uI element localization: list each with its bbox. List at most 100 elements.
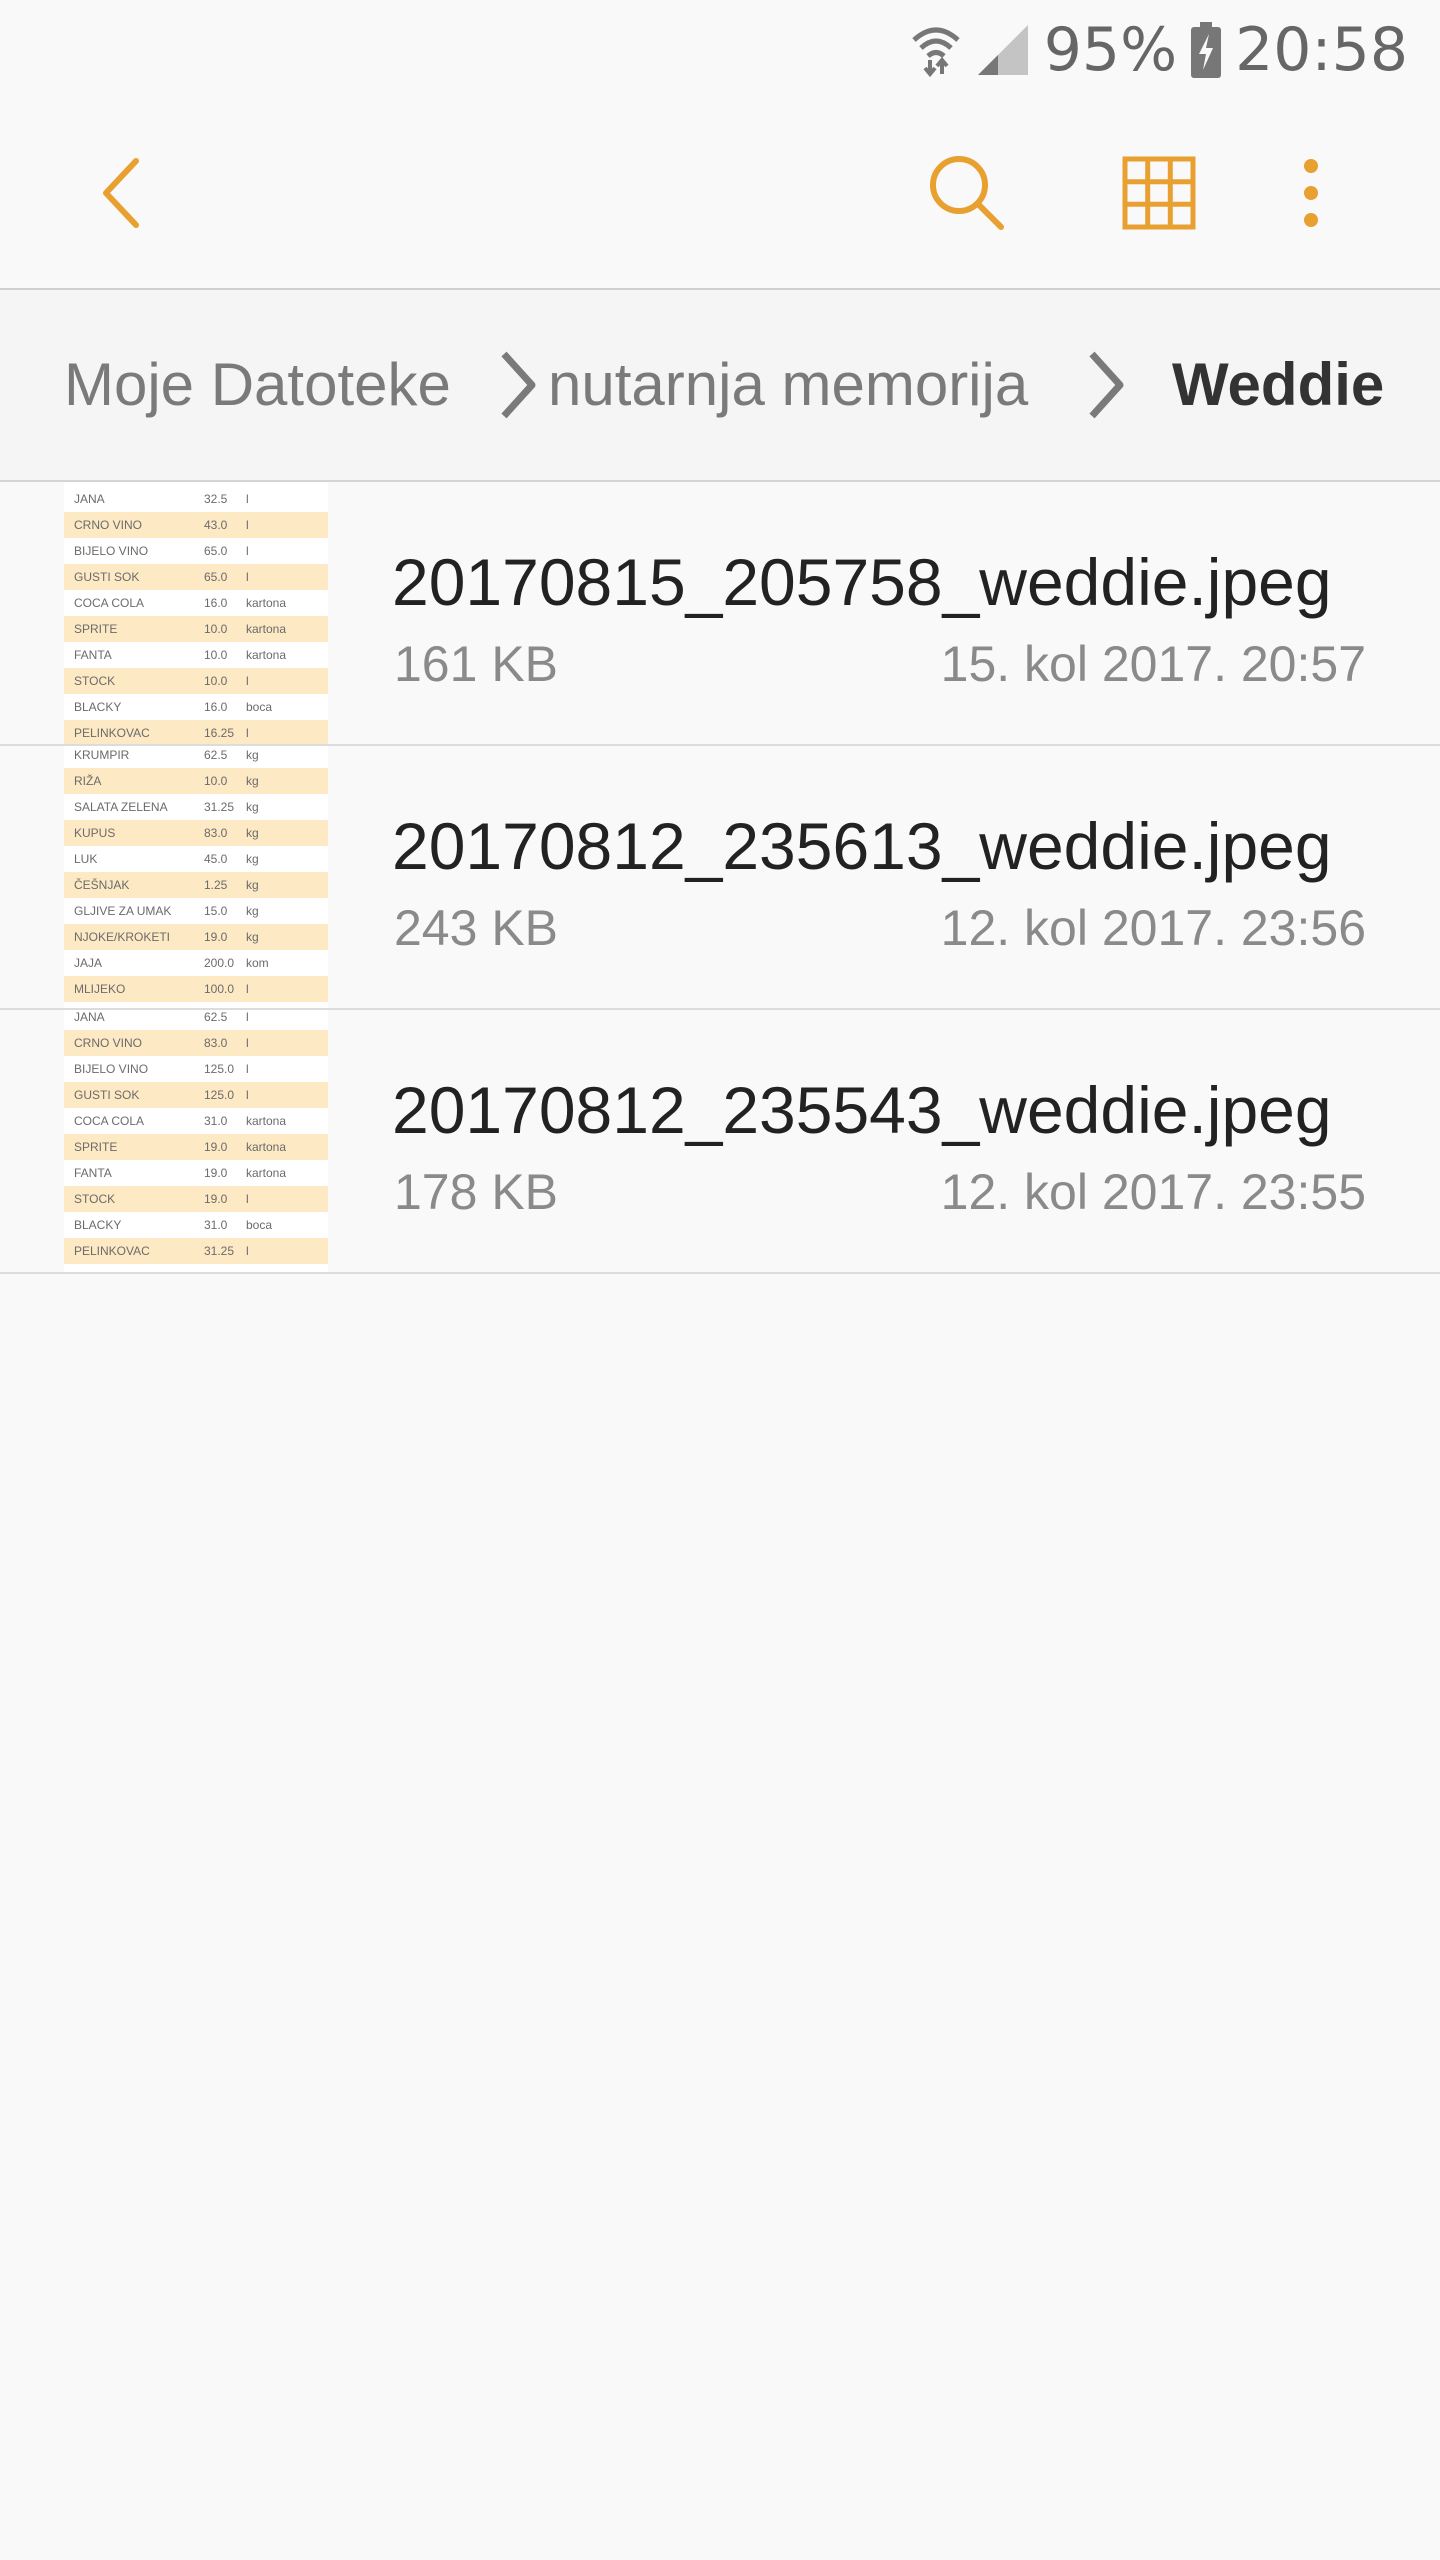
thumbnail-cell: RIŽA: [74, 774, 102, 788]
thumbnail-cell: kg: [246, 800, 259, 814]
more-vert-icon: [1301, 158, 1321, 233]
thumbnail-cell: MLIJEKO: [74, 982, 126, 996]
thumbnail-row: KUPUS 83.0 kg: [64, 820, 328, 846]
thumbnail-cell: kartona: [246, 596, 287, 610]
thumbnail-table: JANA 62.5 l CRNO VINO 83.0 l BIJELO VINO 125.0 l…: [64, 1010, 328, 1264]
file-name: 20170812_235613_weddie.jpeg: [392, 809, 1332, 883]
thumbnail-cell: 31.25: [204, 800, 235, 814]
file-date: 12. kol 2017. 23:56: [940, 900, 1366, 956]
thumbnail-cell: KRUMPIR: [74, 748, 130, 762]
thumbnail-cell: 31.0: [204, 1218, 228, 1232]
thumbnail-cell: FANTA: [74, 1166, 112, 1180]
thumbnail-row: STOCK 10.0 l: [64, 668, 328, 694]
breadcrumb-item-root[interactable]: Moje Datoteke: [64, 350, 451, 420]
file-name: 20170815_205758_weddie.jpeg: [392, 545, 1332, 619]
thumbnail-cell: boca: [246, 700, 273, 714]
thumbnail-row: BIJELO VINO 65.0 l: [64, 538, 328, 564]
thumbnail-cell: STOCK: [74, 1192, 116, 1206]
thumbnail-table: JANA 32.5 l CRNO VINO 43.0 l BIJELO VINO 65.0 l G…: [64, 486, 328, 744]
thumbnail-cell: l: [246, 982, 249, 996]
thumbnail-cell: 15.0: [204, 904, 228, 918]
file-size: 178 KB: [394, 1164, 559, 1220]
thumbnail-cell: l: [246, 544, 249, 558]
thumbnail-cell: boca: [246, 1218, 273, 1232]
thumbnail-cell: kartona: [246, 622, 287, 636]
thumbnail-row: FANTA 10.0 kartona: [64, 642, 328, 668]
thumbnail-cell: 1.25: [204, 878, 228, 892]
thumbnail-cell: 16.0: [204, 596, 228, 610]
file-thumbnail: KRUMPIR 62.5 kg RIŽA 10.0 kg SALATA ZELENA 31.2…: [64, 746, 328, 1008]
thumbnail-cell: GUSTI SOK: [74, 570, 140, 584]
file-row[interactable]: JANA 62.5 l CRNO VINO 83.0 l BIJELO VINO 125.0 l…: [0, 1010, 1440, 1274]
thumbnail-cell: gajbi: [246, 1002, 271, 1008]
thumbnail-cell: 31.0: [204, 1114, 228, 1128]
thumbnail-cell: kartona: [246, 1140, 287, 1154]
thumbnail-cell: kg: [246, 826, 259, 840]
thumbnail-cell: 83.0: [204, 826, 228, 840]
thumbnail-row: CRNO VINO 83.0 l: [64, 1030, 328, 1056]
thumbnail-cell: l: [246, 674, 249, 688]
grid-view-icon: [1122, 156, 1196, 235]
breadcrumb-item-current[interactable]: Weddie: [1172, 350, 1384, 420]
file-thumbnail: JANA 32.5 l CRNO VINO 43.0 l BIJELO VINO 65.0 l G…: [64, 482, 328, 744]
thumbnail-cell: 65.0: [204, 570, 228, 584]
thumbnail-row: SPRITE 10.0 kartona: [64, 616, 328, 642]
thumbnail-cell: 62.5: [204, 1010, 228, 1024]
thumbnail-row: ČEŠNJAK 1.25 kg: [64, 872, 328, 898]
grid-view-button[interactable]: [1104, 140, 1214, 250]
thumbnail-cell: kg: [246, 748, 259, 762]
search-button[interactable]: [912, 140, 1022, 250]
thumbnail-cell: kg: [246, 930, 259, 944]
thumbnail-cell: 31.25: [204, 1244, 235, 1258]
file-row[interactable]: JANA 32.5 l CRNO VINO 43.0 l BIJELO VINO 65.0 l G…: [0, 482, 1440, 746]
thumbnail-row: COCA COLA 31.0 kartona: [64, 1108, 328, 1134]
thumbnail-cell: l: [246, 570, 249, 584]
file-size: 243 KB: [394, 900, 559, 956]
thumbnail-cell: FANTA: [74, 648, 112, 662]
thumbnail-cell: 83.0: [204, 1036, 228, 1050]
thumbnail-cell: 19.0: [204, 1140, 228, 1154]
more-options-button[interactable]: [1256, 140, 1366, 250]
thumbnail-cell: GLJIVE ZA UMAK: [74, 904, 172, 918]
thumbnail-cell: kom: [246, 956, 269, 970]
thumbnail-row: RIŽA 10.0 kg: [64, 768, 328, 794]
thumbnail-cell: 125.0: [204, 1062, 235, 1076]
thumbnail-row: GUSTI SOK 125.0 l: [64, 1082, 328, 1108]
thumbnail-cell: JANA: [74, 492, 105, 506]
thumbnail-row: PELINKOVAC 16.25 l: [64, 720, 328, 744]
breadcrumb-item-storage[interactable]: nutarnja memorija: [548, 350, 1028, 420]
thumbnail-cell: 32.5: [204, 492, 228, 506]
thumbnail-cell: l: [246, 1088, 249, 1102]
file-name: 20170812_235543_weddie.jpeg: [392, 1073, 1332, 1147]
thumbnail-cell: kg: [246, 852, 259, 866]
thumbnail-row: JAMNICA 25.0 gajbi: [64, 1002, 328, 1008]
thumbnail-cell: COCA COLA: [74, 596, 145, 610]
thumbnail-cell: ČEŠNJAK: [74, 878, 130, 892]
battery-percent: 95%: [1043, 15, 1178, 85]
thumbnail-cell: 125.0: [204, 1088, 235, 1102]
thumbnail-row: SPRITE 19.0 kartona: [64, 1134, 328, 1160]
thumbnail-cell: 19.0: [204, 1166, 228, 1180]
thumbnail-row: BLACKY 16.0 boca: [64, 694, 328, 720]
thumbnail-cell: KUPUS: [74, 826, 116, 840]
file-size: 161 KB: [394, 636, 559, 692]
thumbnail-cell: 200.0: [204, 956, 235, 970]
file-row[interactable]: KRUMPIR 62.5 kg RIŽA 10.0 kg SALATA ZELENA 31.2…: [0, 746, 1440, 1010]
thumbnail-cell: l: [246, 492, 249, 506]
file-date: 15. kol 2017. 20:57: [940, 636, 1366, 692]
thumbnail-cell: 62.5: [204, 748, 228, 762]
thumbnail-row: CRNO VINO 43.0 l: [64, 512, 328, 538]
status-indicators: 95% 20:58: [910, 14, 1408, 86]
thumbnail-cell: LUK: [74, 852, 98, 866]
thumbnail-cell: 65.0: [204, 544, 228, 558]
thumbnail-cell: GUSTI SOK: [74, 1088, 140, 1102]
thumbnail-cell: 10.0: [204, 622, 228, 636]
thumbnail-row: BIJELO VINO 125.0 l: [64, 1056, 328, 1082]
thumbnail-cell: BIJELO VINO: [74, 544, 149, 558]
thumbnail-cell: l: [246, 1244, 249, 1258]
wifi-icon: [910, 22, 962, 78]
thumbnail-cell: 19.0: [204, 1192, 228, 1206]
chevron-right-icon: [496, 348, 540, 422]
thumbnail-cell: JANA: [74, 1010, 105, 1024]
back-button[interactable]: [66, 140, 176, 250]
